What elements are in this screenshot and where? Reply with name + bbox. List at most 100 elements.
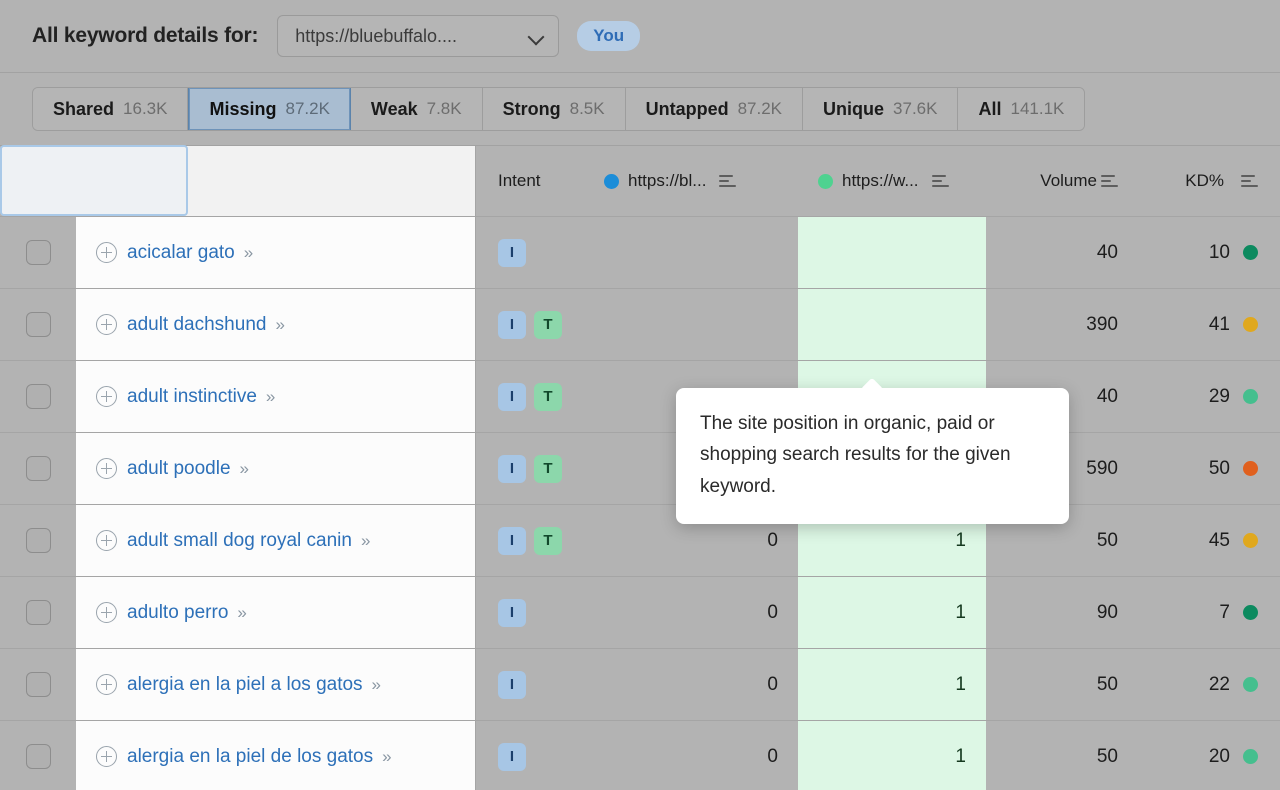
column-header-intent-label: Intent — [498, 171, 541, 191]
keyword-link[interactable]: adult dachshund — [127, 314, 266, 336]
cell-intent: I — [475, 649, 582, 720]
sort-icon-kd[interactable] — [1241, 175, 1258, 188]
row-checkbox[interactable] — [26, 384, 51, 409]
column-header-volume[interactable]: Volume — [986, 146, 1136, 216]
chevron-double-right-icon[interactable]: » — [240, 459, 247, 479]
chevron-double-right-icon[interactable]: » — [244, 243, 251, 263]
keyword-link[interactable]: adult small dog royal canin — [127, 530, 352, 552]
column-header-intent[interactable]: Intent — [475, 146, 582, 216]
row-select-cell[interactable] — [0, 289, 76, 360]
intent-badge-i[interactable]: I — [498, 599, 526, 627]
table-row[interactable]: alergia en la piel de los gatos»I015020 — [0, 721, 1280, 790]
table-row[interactable]: acicalar gato»I4010 — [0, 217, 1280, 289]
site1-position-value: 0 — [604, 530, 778, 552]
cell-intent: I — [475, 217, 582, 288]
intent-badge-t[interactable]: T — [534, 455, 562, 483]
add-keyword-icon[interactable] — [96, 602, 117, 623]
table-row[interactable]: alergia en la piel a los gatos»I015022 — [0, 649, 1280, 721]
filter-tab-missing[interactable]: Missing87.2K — [188, 88, 350, 130]
kd-value: 22 — [1209, 674, 1230, 696]
intent-badge-i[interactable]: I — [498, 527, 526, 555]
intent-badge-i[interactable]: I — [498, 743, 526, 771]
cell-intent: I — [475, 721, 582, 790]
chevron-double-right-icon[interactable]: » — [266, 387, 273, 407]
add-keyword-icon[interactable] — [96, 386, 117, 407]
row-checkbox[interactable] — [26, 672, 51, 697]
cell-kd: 7 — [1136, 577, 1280, 648]
sort-icon-site2[interactable] — [932, 175, 949, 188]
intent-badge-t[interactable]: T — [534, 311, 562, 339]
add-keyword-icon[interactable] — [96, 530, 117, 551]
row-select-cell[interactable] — [0, 361, 76, 432]
column-header-site2[interactable]: https://w... — [798, 146, 986, 216]
row-select-cell[interactable] — [0, 721, 76, 790]
keyword-link[interactable]: adult instinctive — [127, 386, 257, 408]
filter-tab-shared[interactable]: Shared16.3K — [33, 88, 188, 130]
cell-site1-position: 0 — [582, 721, 798, 790]
sort-icon-volume[interactable] — [1101, 175, 1118, 188]
column-header-kd[interactable]: KD% — [1136, 146, 1280, 216]
row-select-cell[interactable] — [0, 217, 76, 288]
keyword-link[interactable]: alergia en la piel de los gatos — [127, 746, 373, 768]
cell-volume: 40 — [986, 217, 1136, 288]
cell-site2-position: 1 — [798, 577, 986, 648]
volume-value: 590 — [1086, 458, 1118, 480]
site2-color-dot-icon — [818, 174, 833, 189]
keyword-link[interactable]: adulto perro — [127, 602, 228, 624]
keyword-link[interactable]: adult poodle — [127, 458, 231, 480]
table-row[interactable]: adult dachshund»IT39041 — [0, 289, 1280, 361]
add-keyword-icon[interactable] — [96, 458, 117, 479]
row-select-cell[interactable] — [0, 577, 76, 648]
cell-kd: 45 — [1136, 505, 1280, 576]
keyword-filter-tabs: Shared16.3KMissing87.2KWeak7.8KStrong8.5… — [32, 87, 1085, 131]
intent-badge-i[interactable]: I — [498, 455, 526, 483]
domain-select-dropdown[interactable]: https://bluebuffalo.... — [277, 15, 559, 57]
row-checkbox[interactable] — [26, 600, 51, 625]
chevron-double-right-icon[interactable]: » — [237, 603, 244, 623]
keyword-link[interactable]: acicalar gato — [127, 242, 235, 264]
add-keyword-icon[interactable] — [96, 674, 117, 695]
row-checkbox[interactable] — [26, 312, 51, 337]
cell-kd: 41 — [1136, 289, 1280, 360]
table-row[interactable]: adult poodle»IT0159050 — [0, 433, 1280, 505]
chevron-double-right-icon[interactable]: » — [382, 747, 389, 767]
filter-tab-unique[interactable]: Unique37.6K — [803, 88, 958, 130]
table-row[interactable]: adult instinctive»IT014029 — [0, 361, 1280, 433]
column-header-site1-label: https://bl... — [628, 171, 706, 191]
add-keyword-icon[interactable] — [96, 314, 117, 335]
row-checkbox[interactable] — [26, 456, 51, 481]
row-select-cell[interactable] — [0, 649, 76, 720]
add-keyword-icon[interactable] — [96, 746, 117, 767]
filter-tab-count: 7.8K — [427, 99, 462, 119]
intent-badge-t[interactable]: T — [534, 383, 562, 411]
chevron-double-right-icon[interactable]: » — [275, 315, 282, 335]
row-checkbox[interactable] — [26, 528, 51, 553]
column-header-site2-label: https://w... — [842, 171, 919, 191]
chevron-double-right-icon[interactable]: » — [372, 675, 379, 695]
intent-badge-i[interactable]: I — [498, 239, 526, 267]
table-row[interactable]: adulto perro»I01907 — [0, 577, 1280, 649]
intent-badge-i[interactable]: I — [498, 383, 526, 411]
tooltip-text: The site position in organic, paid or sh… — [700, 408, 1045, 502]
filter-tab-weak[interactable]: Weak7.8K — [351, 88, 483, 130]
intent-badge-i[interactable]: I — [498, 311, 526, 339]
kd-value: 41 — [1209, 314, 1230, 336]
add-keyword-icon[interactable] — [96, 242, 117, 263]
intent-badge-i[interactable]: I — [498, 671, 526, 699]
filter-tab-count: 87.2K — [285, 99, 329, 119]
row-checkbox[interactable] — [26, 744, 51, 769]
filter-tab-untapped[interactable]: Untapped87.2K — [626, 88, 803, 130]
row-checkbox[interactable] — [26, 240, 51, 265]
row-select-cell[interactable] — [0, 505, 76, 576]
row-select-cell[interactable] — [0, 433, 76, 504]
sort-icon-site1[interactable] — [719, 175, 736, 188]
volume-value: 40 — [1097, 386, 1118, 408]
keyword-link[interactable]: alergia en la piel a los gatos — [127, 674, 363, 696]
filter-tab-all[interactable]: All141.1K — [958, 88, 1084, 130]
column-header-site1[interactable]: https://bl... — [582, 146, 798, 216]
chevron-double-right-icon[interactable]: » — [361, 531, 368, 551]
filter-tab-strong[interactable]: Strong8.5K — [483, 88, 626, 130]
column-header-kd-label: KD% — [1185, 171, 1224, 191]
table-row[interactable]: adult small dog royal canin»IT015045 — [0, 505, 1280, 577]
intent-badge-t[interactable]: T — [534, 527, 562, 555]
